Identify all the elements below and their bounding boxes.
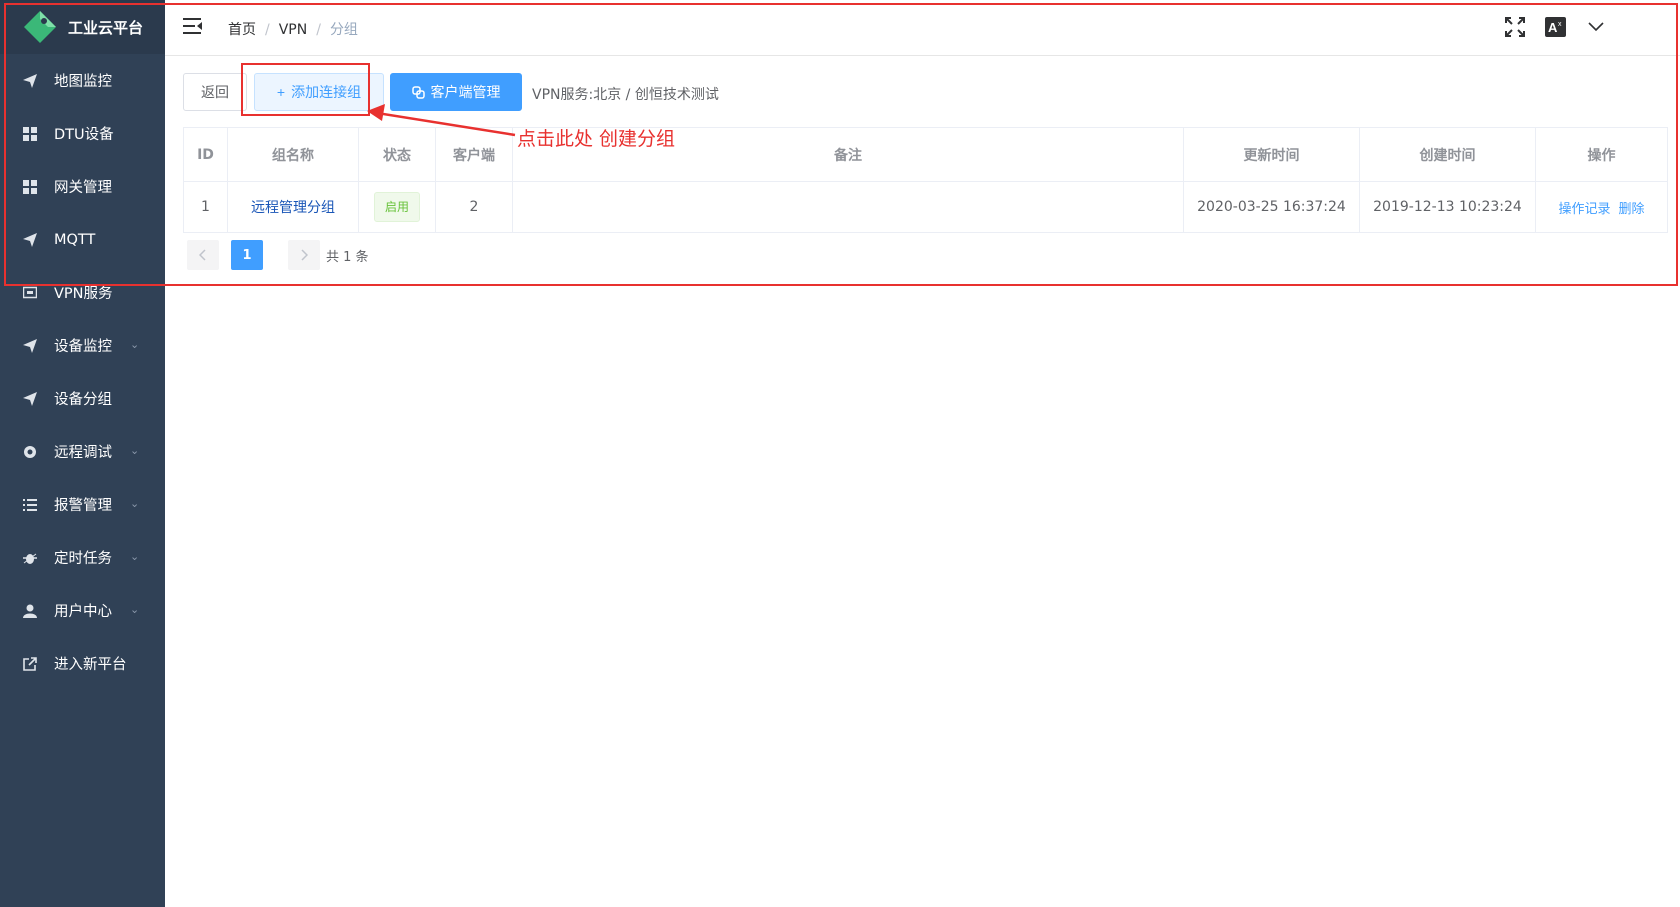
- monitor-icon: [22, 285, 38, 301]
- sidebar-item-new-platform[interactable]: 进入新平台: [0, 637, 165, 690]
- settings-icon: [22, 444, 38, 460]
- annotation-text: 点击此处 创建分组: [517, 128, 676, 150]
- sidebar-item-device-group[interactable]: 设备分组: [0, 372, 165, 425]
- sidebar-item-label: 报警管理: [54, 498, 112, 514]
- sidebar-item-remote-debug[interactable]: 远程调试 ⌄: [0, 425, 165, 478]
- list-icon: [22, 497, 38, 513]
- chevron-down-icon: ⌄: [130, 444, 140, 457]
- chevron-down-icon: ⌄: [130, 550, 140, 563]
- sidebar-item-label: 用户中心: [54, 604, 112, 620]
- chevron-down-icon: ⌄: [130, 338, 140, 351]
- annotation-arrow-icon: [367, 104, 516, 137]
- user-icon: [22, 603, 38, 619]
- sidebar-item-label: 定时任务: [54, 551, 112, 567]
- chevron-down-icon: ⌄: [130, 603, 140, 616]
- sidebar-item-label: 进入新平台: [54, 657, 127, 673]
- bug-icon: [22, 550, 38, 566]
- chevron-down-icon: ⌄: [130, 497, 140, 510]
- send-icon: [22, 391, 38, 407]
- sidebar-item-device-monitor[interactable]: 设备监控 ⌄: [0, 319, 165, 372]
- sidebar-item-label: 设备监控: [54, 339, 112, 355]
- highlight-add-button-outline: [241, 63, 370, 116]
- sidebar-item-user-center[interactable]: 用户中心 ⌄: [0, 584, 165, 637]
- sidebar-item-label: 远程调试: [54, 445, 112, 461]
- send-icon: [22, 338, 38, 354]
- sidebar-item-scheduled-task[interactable]: 定时任务 ⌄: [0, 531, 165, 584]
- external-link-icon: [22, 656, 38, 672]
- sidebar-item-label: 设备分组: [54, 392, 112, 408]
- highlight-region-outline: [4, 3, 1678, 286]
- sidebar-item-alarm[interactable]: 报警管理 ⌄: [0, 478, 165, 531]
